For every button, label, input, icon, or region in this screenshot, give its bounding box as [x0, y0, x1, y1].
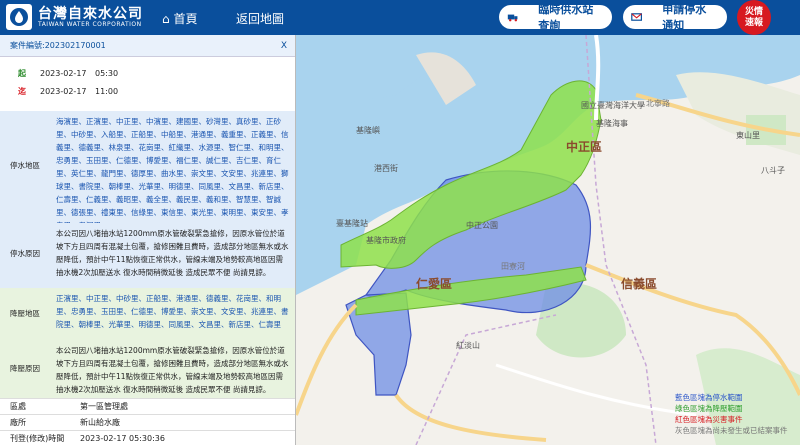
place-label: 國立臺灣海洋大學: [581, 101, 645, 110]
outage-reason-text: 本公司因八堵抽水站1200mm原水管破裂緊急搶修，因原水管位於道坡下方且四周有混…: [56, 229, 289, 277]
water-drop-icon: [10, 8, 28, 26]
outage-reason-section: 停水原因 本公司因八堵抽水站1200mm原水管破裂緊急搶修，因原水管位於道坡下方…: [0, 223, 295, 288]
map-view[interactable]: 中正區 仁愛區 信義區 國立臺灣海洋大學 基隆海事 港西街 中正公園 臺基隆站 …: [296, 35, 800, 445]
supply-station-label: 臨時供水站查詢: [538, 3, 594, 32]
district-label-zhongzheng: 中正區: [566, 140, 603, 154]
low-pressure-area-section: 降壓地區 正濱里、中正里、中砂里、正船里、港通里、德義里、花崗里、和明里、忠勇里…: [0, 288, 295, 340]
region-label: 區處: [10, 402, 26, 411]
place-label: 紅淡山: [456, 341, 480, 350]
disaster-label-1: 災情: [744, 6, 763, 17]
back-to-map-link[interactable]: 返回地圖: [236, 10, 284, 27]
outage-notify-label: 申請停水通知: [662, 3, 707, 32]
station-value: 新山給水廠: [80, 418, 120, 427]
low-pressure-reason-text: 本公司因八堵抽水站1200mm原水管破裂緊急搶修，因原水管位於道坡下方且四周有混…: [56, 346, 289, 394]
start-time-row: 起 2023-02-17 05:30: [0, 65, 295, 83]
close-icon[interactable]: X: [281, 35, 287, 57]
end-time: 11:00: [95, 87, 119, 96]
outage-reason-label: 停水原因: [10, 249, 40, 258]
south-road: [394, 393, 547, 442]
district-border-2: [415, 314, 557, 445]
road-label: 北寧路: [646, 99, 670, 108]
station-label: 廠所: [10, 418, 26, 427]
legend-green: 綠色區塊為降壓範圍: [675, 404, 743, 413]
start-date: 2023-02-17: [40, 69, 87, 78]
home-label: 首頁: [173, 12, 198, 26]
company-name: 台灣自來水公司: [38, 6, 143, 22]
published-row: 刊登(修改)時間 2023-02-17 05:30:36: [0, 430, 295, 445]
station-row: 廠所 新山給水廠: [0, 414, 295, 430]
district-label-xinyi: 信義區: [621, 277, 658, 291]
legend-gray: 灰色區塊為尚未發生或已結案事件: [675, 426, 788, 435]
company-logo[interactable]: [6, 4, 32, 30]
district-label-renai: 仁愛區: [416, 277, 453, 291]
end-label: 迄: [18, 87, 26, 96]
case-number: 案件編號:202302170001 X: [0, 35, 295, 57]
region-value: 第一區管理處: [80, 402, 128, 411]
place-label: 基隆市政府: [366, 236, 406, 245]
low-pressure-reason-label: 降壓原因: [10, 364, 40, 373]
place-label: 港西街: [374, 164, 398, 173]
west-highway: [296, 303, 358, 416]
case-number-text: 案件編號:202302170001: [10, 41, 106, 50]
place-label: 八斗子: [761, 166, 785, 175]
published-value: 2023-02-17 05:30:36: [80, 434, 165, 443]
disaster-report-button[interactable]: 災情 速報: [737, 0, 771, 35]
place-label: 基隆嶼: [356, 126, 380, 135]
supply-station-button[interactable]: 臨時供水站查詢: [499, 3, 612, 32]
home-icon: ⌂: [162, 12, 170, 26]
legend-red: 紅色區塊為災害事件: [675, 415, 743, 424]
low-pressure-area-label: 降壓地區: [10, 309, 40, 318]
truck-icon: [507, 14, 518, 22]
minor-road: [495, 363, 697, 417]
low-pressure-area-list: 正濱里、中正里、中砂里、正船里、港通里、德義里、花崗里、和明里、忠勇里、玉田里、…: [56, 294, 289, 329]
disaster-label-2: 速報: [744, 17, 763, 28]
end-time-row: 迄 2023-02-17 11:00: [0, 83, 295, 101]
outage-area-section: 停水地區 海濱里、正濱里、中正里、中濱里、建國里、砂灣里、真砂里、正砂里、中砂里…: [0, 111, 295, 230]
top-header: 台灣自來水公司 TAIWAN WATER CORPORATION ⌂ 首頁 返回…: [0, 0, 800, 35]
start-label: 起: [18, 69, 26, 78]
outage-area-list: 海濱里、正濱里、中正里、中濱里、建國里、砂灣里、真砂里、正砂里、中砂里、入船里、…: [56, 117, 289, 230]
end-date: 2023-02-17: [40, 87, 87, 96]
published-label: 刊登(修改)時間: [10, 434, 65, 443]
outage-notify-button[interactable]: 申請停水通知: [623, 3, 727, 32]
region-row: 區處 第一區管理處: [0, 398, 295, 414]
home-link[interactable]: ⌂ 首頁: [162, 10, 197, 27]
company-name-en: TAIWAN WATER CORPORATION: [38, 21, 142, 28]
case-detail-panel: 案件編號:202302170001 X 起 2023-02-17 05:30 迄…: [0, 35, 296, 445]
place-label: 臺基隆站: [336, 219, 368, 228]
mail-icon: [631, 13, 643, 21]
low-pressure-reason-section: 降壓原因 本公司因八堵抽水站1200mm原水管破裂緊急搶修，因原水管位於道坡下方…: [0, 340, 295, 398]
road-label: 田寮河: [501, 262, 525, 271]
start-time: 05:30: [95, 69, 119, 78]
place-label: 基隆海事: [596, 119, 628, 128]
place-label: 東山里: [736, 131, 760, 140]
legend-blue: 藍色區塊為停水範圍: [675, 393, 743, 402]
outage-area-label: 停水地區: [10, 161, 40, 170]
place-label: 中正公園: [466, 221, 498, 230]
map-legend: 藍色區塊為停水範圍 綠色區塊為降壓範圍 紅色區塊為災害事件 灰色區塊為尚未發生或…: [675, 392, 788, 436]
